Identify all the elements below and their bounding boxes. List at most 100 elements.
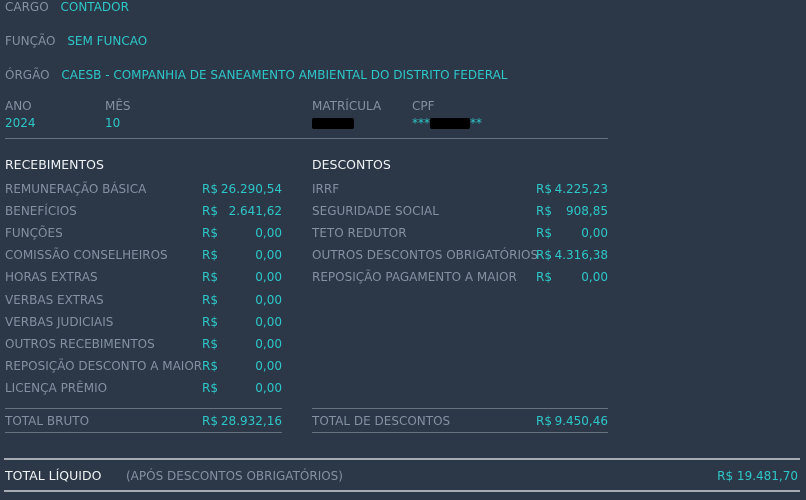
divider: [312, 408, 608, 409]
line-item-value: 0,00: [255, 314, 282, 329]
line-item-row: BENEFÍCIOS R$ 2.641,62: [5, 204, 282, 218]
line-item-row: OUTROS RECEBIMENTOS R$ 0,00: [5, 337, 282, 351]
line-item-value: 0,00: [255, 248, 282, 263]
funcao-field: FUNÇÃO SEM FUNCAO: [5, 34, 147, 48]
descontos-heading: DESCONTOS: [312, 157, 391, 172]
line-item-row: VERBAS JUDICIAIS R$ 0,00: [5, 315, 282, 329]
total-descontos-label: TOTAL DE DESCONTOS: [312, 414, 451, 428]
line-item-row: OUTROS DESCONTOS OBRIGATÓRIOS R$ 4.316,38: [312, 248, 608, 262]
cpf-label: CPF: [412, 99, 435, 113]
ano-value: 2024: [5, 116, 36, 130]
line-item-value: 4.225,23: [554, 182, 608, 196]
funcao-label: FUNÇÃO: [5, 34, 56, 48]
line-item-label: SEGURIDADE SOCIAL: [312, 204, 439, 219]
cargo-field: CARGO CONTADOR: [5, 0, 129, 14]
line-item-label: OUTROS RECEBIMENTOS: [5, 336, 155, 351]
divider: [5, 408, 282, 409]
total-descontos-row: TOTAL DE DESCONTOS R$ 9.450,46: [312, 414, 608, 428]
cargo-label: CARGO: [5, 0, 49, 14]
line-item-row: LICENÇA PRÊMIO R$ 0,00: [5, 381, 282, 395]
line-item-label: COMISSÃO CONSELHEIROS: [5, 248, 168, 263]
cpf-value: *** **: [412, 116, 482, 130]
line-item-label: VERBAS JUDICIAIS: [5, 314, 114, 329]
line-item-row: VERBAS EXTRAS R$ 0,00: [5, 293, 282, 307]
currency-symbol: R$: [536, 414, 552, 428]
line-item-value: 4.316,38: [554, 248, 608, 263]
line-item-label: BENEFÍCIOS: [5, 204, 77, 219]
total-bruto-value: 28.932,16: [220, 414, 282, 428]
currency-symbol: R$: [536, 270, 552, 285]
line-item-label: LICENÇA PRÊMIO: [5, 380, 108, 395]
line-item-label: REPOSIÇÃO DESCONTO A MAIOR: [5, 358, 203, 373]
currency-symbol: R$: [202, 358, 218, 373]
line-item-value: 0,00: [255, 292, 282, 307]
currency-symbol: R$: [202, 182, 218, 196]
line-item-value: 0,00: [255, 358, 282, 373]
orgao-label: ÓRGÃO: [5, 68, 50, 82]
line-item-label: OUTROS DESCONTOS OBRIGATÓRIOS: [312, 248, 539, 263]
line-item-value: 0,00: [255, 226, 282, 241]
currency-symbol: R$: [536, 248, 552, 263]
line-item-row: COMISSÃO CONSELHEIROS R$ 0,00: [5, 248, 282, 262]
line-item-label: REMUNERAÇÃO BÁSICA: [5, 182, 147, 196]
total-descontos-value: 9.450,46: [554, 414, 608, 428]
line-item-value: 0,00: [255, 380, 282, 395]
line-item-label: HORAS EXTRAS: [5, 270, 98, 285]
line-item-value: 0,00: [255, 336, 282, 351]
orgao-value: CAESB - COMPANHIA DE SANEAMENTO AMBIENTA…: [61, 68, 508, 82]
currency-symbol: R$: [202, 414, 218, 428]
total-liquido-note: (APÓS DESCONTOS OBRIGATÓRIOS): [126, 469, 343, 483]
total-bruto-row: TOTAL BRUTO R$ 28.932,16: [5, 414, 282, 428]
matricula-value: [312, 116, 354, 130]
divider: [5, 138, 608, 139]
cpf-prefix: ***: [412, 116, 430, 130]
total-bruto-label: TOTAL BRUTO: [5, 414, 90, 428]
divider: [5, 432, 282, 433]
cpf-suffix: **: [470, 116, 482, 130]
line-item-value: 0,00: [581, 270, 608, 285]
line-item-value: 0,00: [581, 226, 608, 241]
currency-symbol: R$: [202, 314, 218, 329]
line-item-label: FUNÇÕES: [5, 226, 63, 241]
line-item-value: 908,85: [566, 204, 608, 219]
currency-symbol: R$: [536, 204, 552, 219]
divider: [4, 490, 800, 492]
currency-symbol: R$: [202, 248, 218, 263]
total-liquido-label: TOTAL LÍQUIDO: [5, 468, 102, 483]
line-item-row: FUNÇÕES R$ 0,00: [5, 226, 282, 240]
redaction-block: [430, 118, 470, 129]
line-item-value: 0,00: [255, 270, 282, 285]
line-item-label: IRRF: [312, 182, 340, 196]
line-item-label: REPOSIÇÃO PAGAMENTO A MAIOR: [312, 270, 517, 285]
line-item-label: TETO REDUTOR: [312, 226, 407, 241]
mes-value: 10: [105, 116, 121, 130]
currency-symbol: R$: [202, 204, 218, 219]
line-item-row: SEGURIDADE SOCIAL R$ 908,85: [312, 204, 608, 218]
currency-symbol: R$: [202, 270, 218, 285]
currency-symbol: R$: [202, 292, 218, 307]
line-item-value: 26.290,54: [220, 182, 282, 196]
orgao-field: ÓRGÃO CAESB - COMPANHIA DE SANEAMENTO AM…: [5, 68, 507, 82]
line-item-row: IRRF R$ 4.225,23: [312, 182, 608, 196]
cargo-value: CONTADOR: [60, 0, 129, 14]
divider: [312, 432, 608, 433]
currency-symbol: R$: [202, 380, 218, 395]
total-liquido-value: R$ 19.481,70: [717, 469, 798, 483]
line-item-row: REMUNERAÇÃO BÁSICA R$ 26.290,54: [5, 182, 282, 196]
currency-symbol: R$: [536, 182, 552, 196]
line-item-row: TETO REDUTOR R$ 0,00: [312, 226, 608, 240]
line-item-value: 2.641,62: [228, 204, 282, 219]
line-item-row: HORAS EXTRAS R$ 0,00: [5, 270, 282, 284]
line-item-row: REPOSIÇÃO PAGAMENTO A MAIOR R$ 0,00: [312, 270, 608, 284]
currency-symbol: R$: [536, 226, 552, 241]
line-item-row: REPOSIÇÃO DESCONTO A MAIOR R$ 0,00: [5, 359, 282, 373]
matricula-label: MATRÍCULA: [312, 99, 382, 113]
recebimentos-heading: RECEBIMENTOS: [5, 157, 104, 172]
currency-symbol: R$: [202, 336, 218, 351]
redaction-block: [312, 118, 354, 129]
mes-label: MÊS: [105, 99, 131, 113]
funcao-value: SEM FUNCAO: [67, 34, 148, 48]
line-item-label: VERBAS EXTRAS: [5, 292, 104, 307]
divider: [4, 458, 800, 460]
currency-symbol: R$: [202, 226, 218, 241]
